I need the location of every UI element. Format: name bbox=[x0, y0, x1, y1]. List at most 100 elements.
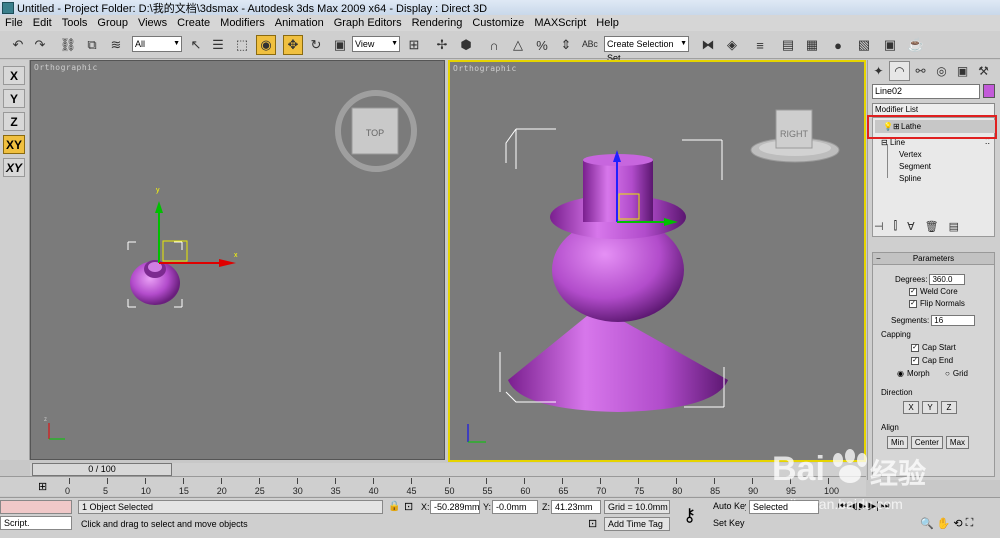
motion-tab-icon[interactable]: ◎ bbox=[931, 61, 952, 81]
degrees-spinner[interactable]: 360.0 bbox=[929, 274, 966, 285]
cap-end-row[interactable]: ✓ Cap End bbox=[911, 356, 953, 365]
make-unique-icon[interactable]: ∀ bbox=[907, 220, 915, 233]
configure-sets-icon[interactable]: ▤ bbox=[949, 220, 959, 233]
align-min-button[interactable]: Min bbox=[887, 436, 908, 449]
go-to-start-icon[interactable]: ⏮ bbox=[838, 501, 847, 512]
menu-create[interactable]: Create bbox=[172, 17, 215, 29]
menu-customize[interactable]: Customize bbox=[467, 17, 529, 29]
percent-snap-icon[interactable]: % bbox=[532, 35, 552, 55]
named-selection-set-select[interactable]: Create Selection Set bbox=[604, 36, 689, 63]
flip-normals-row[interactable]: ✓ Flip Normals bbox=[909, 299, 965, 308]
morph-radio[interactable]: ◉ bbox=[897, 369, 904, 378]
cap-start-row[interactable]: ✓ Cap Start bbox=[911, 343, 956, 352]
play-icon[interactable]: ▶ bbox=[859, 501, 867, 512]
next-frame-icon[interactable]: ▶| bbox=[868, 501, 878, 512]
undo-icon[interactable]: ↶ bbox=[8, 35, 28, 55]
maxscript-listener-top[interactable] bbox=[0, 500, 72, 514]
menu-views[interactable]: Views bbox=[133, 17, 172, 29]
lock-selection-icon[interactable]: 🔒 bbox=[388, 501, 400, 512]
time-slider[interactable]: 0 / 100 bbox=[32, 463, 172, 476]
viewport-left[interactable]: Orthographic TOP y x z bbox=[30, 60, 445, 460]
stack-item-vertex[interactable]: Vertex bbox=[899, 150, 922, 159]
stack-item-segment[interactable]: Segment bbox=[899, 162, 931, 171]
edit-named-selection-icon[interactable]: ᴬᴮᶜ bbox=[580, 35, 600, 55]
window-crossing-icon[interactable]: ◉ bbox=[256, 35, 276, 55]
stack-item-line[interactable]: ⊟ Line bbox=[881, 138, 905, 147]
cap-end-checkbox[interactable]: ✓ bbox=[911, 356, 919, 365]
align-icon[interactable]: ◈ bbox=[722, 35, 742, 55]
grid-radio[interactable]: ○ bbox=[945, 369, 950, 378]
mirror-icon[interactable]: ⧓ bbox=[698, 35, 718, 55]
modify-tab-icon[interactable]: ◠ bbox=[889, 61, 910, 81]
flip-normals-checkbox[interactable]: ✓ bbox=[909, 299, 917, 308]
set-key-button[interactable]: Set Key bbox=[710, 517, 746, 531]
select-by-name-icon[interactable]: ☰ bbox=[208, 35, 228, 55]
weld-core-checkbox[interactable]: ✓ bbox=[909, 287, 917, 296]
select-and-scale-icon[interactable]: ▣ bbox=[330, 35, 350, 55]
redo-icon[interactable]: ↷ bbox=[30, 35, 50, 55]
display-tab-icon[interactable]: ▣ bbox=[952, 61, 973, 81]
show-end-result-icon[interactable]: ⫿ bbox=[894, 220, 898, 233]
cap-start-checkbox[interactable]: ✓ bbox=[911, 343, 919, 352]
constrain-x-button[interactable]: X bbox=[3, 66, 25, 85]
menu-edit[interactable]: Edit bbox=[28, 17, 57, 29]
go-to-end-icon[interactable]: ⏭ bbox=[881, 501, 890, 512]
menu-animation[interactable]: Animation bbox=[270, 17, 329, 29]
selection-filter-select[interactable]: All bbox=[132, 36, 182, 52]
menu-help[interactable]: Help bbox=[591, 17, 624, 29]
key-filter-select[interactable]: Selected bbox=[749, 500, 819, 514]
y-coord-field[interactable]: -0.0mm bbox=[492, 500, 538, 514]
pan-icon[interactable]: ✋ bbox=[937, 517, 951, 530]
hierarchy-tab-icon[interactable]: ⚯ bbox=[910, 61, 931, 81]
x-coord-field[interactable]: -50.289mm bbox=[430, 500, 480, 514]
constrain-y-button[interactable]: Y bbox=[3, 89, 25, 108]
align-max-button[interactable]: Max bbox=[945, 436, 970, 449]
layer-manager-icon[interactable]: ≡ bbox=[750, 35, 770, 55]
menu-tools[interactable]: Tools bbox=[57, 17, 93, 29]
material-editor-icon[interactable]: ● bbox=[828, 35, 848, 55]
add-time-tag-button[interactable]: Add Time Tag bbox=[604, 517, 670, 531]
select-and-rotate-icon[interactable]: ↻ bbox=[306, 35, 326, 55]
weld-core-row[interactable]: ✓ Weld Core bbox=[909, 287, 958, 296]
spinner-snap-icon[interactable]: ⇕ bbox=[556, 35, 576, 55]
constrain-xy-button[interactable]: XY bbox=[3, 135, 25, 154]
snap-toggle-icon[interactable]: ∩ bbox=[484, 35, 504, 55]
stack-item-spline[interactable]: Spline bbox=[899, 174, 921, 183]
direction-z-button[interactable]: Z bbox=[941, 401, 957, 414]
left-move-gizmo[interactable]: y x bbox=[155, 187, 238, 267]
object-name-field[interactable]: Line02 bbox=[872, 84, 980, 99]
track-bar[interactable]: ⊞ 0 5 10 15 20 25 30 35 40 45 50 55 60 65 70 75 80 85 90 95… bbox=[0, 476, 866, 496]
top-viewcube[interactable]: TOP bbox=[335, 90, 417, 172]
previous-frame-icon[interactable]: ◀ bbox=[849, 501, 857, 512]
zoom-icon[interactable]: 🔍 bbox=[920, 517, 934, 530]
remove-modifier-icon[interactable]: 🗑 bbox=[925, 220, 939, 233]
pin-stack-icon[interactable]: ⊣ bbox=[874, 220, 884, 233]
select-and-move-icon[interactable]: ✥ bbox=[283, 35, 303, 55]
maximize-viewport-icon[interactable]: ⛶ bbox=[966, 517, 974, 530]
menu-modifiers[interactable]: Modifiers bbox=[215, 17, 270, 29]
direction-x-button[interactable]: X bbox=[903, 401, 919, 414]
time-tag-icon[interactable]: ⊡ bbox=[588, 517, 597, 530]
auto-key-button[interactable]: Auto Key bbox=[710, 500, 746, 514]
track-view-icon[interactable]: ⊞ bbox=[38, 480, 47, 493]
orbit-icon[interactable]: ⟲ bbox=[953, 517, 962, 530]
menu-maxscript[interactable]: MAXScript bbox=[529, 17, 591, 29]
constrain-z-button[interactable]: Z bbox=[3, 112, 25, 131]
manipulate-icon[interactable]: ✢ bbox=[432, 35, 452, 55]
parameters-rollout-header[interactable]: − Parameters bbox=[873, 253, 994, 265]
menu-file[interactable]: File bbox=[0, 17, 28, 29]
z-coord-field[interactable]: 41.23mm bbox=[551, 500, 601, 514]
bind-space-warp-icon[interactable]: ≋ bbox=[106, 35, 126, 55]
constrain-xy-flyout-button[interactable]: XY bbox=[3, 158, 25, 177]
segments-spinner[interactable]: 16 bbox=[931, 315, 976, 326]
absolute-mode-icon[interactable]: ⊡ bbox=[404, 500, 413, 513]
morph-radio-row[interactable]: ◉ Morph bbox=[897, 369, 930, 378]
menu-graph-editors[interactable]: Graph Editors bbox=[329, 17, 407, 29]
grid-radio-row[interactable]: ○ Grid bbox=[945, 369, 968, 378]
viewport-right-active[interactable]: Orthographic RIGHT bbox=[448, 60, 866, 462]
select-object-icon[interactable]: ↖ bbox=[186, 35, 206, 55]
link-icon[interactable]: ⛓ bbox=[58, 35, 78, 55]
render-frame-icon[interactable]: ▣ bbox=[880, 35, 900, 55]
angle-snap-icon[interactable]: △ bbox=[508, 35, 528, 55]
quick-render-icon[interactable]: ☕ bbox=[906, 35, 926, 55]
